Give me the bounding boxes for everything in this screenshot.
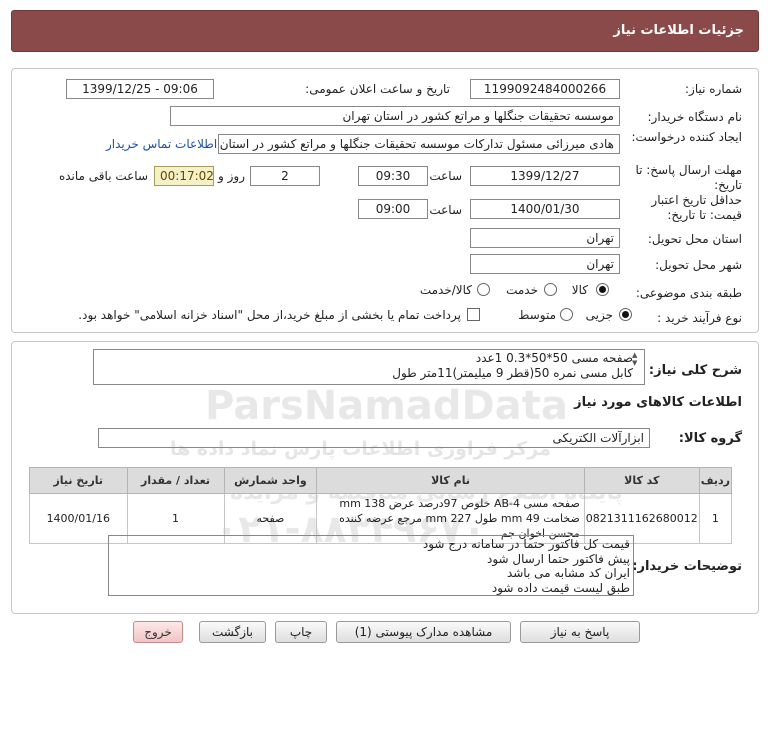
category-option-service: خدمت [506, 283, 538, 297]
description-scroll-arrows[interactable]: ▲ ▼ [632, 351, 637, 367]
need-number-label: شماره نیاز: [685, 82, 742, 96]
goods-group-label: گروه کالا: [678, 431, 742, 446]
validity-date-field: 1400/01/30 [470, 199, 620, 219]
description-label: شرح کلی نیاز: [648, 363, 742, 378]
col-name: نام کالا [316, 467, 585, 494]
contact-info-link[interactable]: اطلاعات تماس خریدار [106, 137, 217, 151]
category-option-goods-service: کالا/خدمت [419, 283, 472, 297]
col-unit: واحد شمارش [223, 467, 318, 494]
reply-button[interactable]: پاسخ به نیاز [520, 621, 640, 643]
category-radio-goods-service[interactable] [477, 283, 490, 296]
col-index: ردیف [698, 467, 733, 494]
description-text: صفحه مسی 50*50*0.3 1عدد کابل مسی نمره 50… [392, 351, 633, 380]
city-label: شهر محل تحویل: [655, 258, 742, 272]
buyer-notes-label: توضیحات خریدار: [632, 559, 742, 574]
validity-time-field: 09:00 [358, 199, 428, 219]
back-button[interactable]: بازگشت [199, 621, 266, 643]
requester-label-text: ایجاد کننده درخواست: [631, 130, 742, 144]
city-field: تهران [470, 254, 620, 274]
validity-time-label: ساعت [429, 203, 462, 217]
remaining-label: ساعت باقی مانده [58, 169, 148, 183]
goods-table-header: ردیف کد کالا نام کالا واحد شمارش تعداد /… [29, 467, 733, 494]
print-button[interactable]: چاپ [275, 621, 327, 643]
requester-label: ایجاد کننده درخواست: [631, 130, 742, 145]
purchase-radio-minor[interactable] [619, 308, 632, 321]
treasury-payment-checkbox[interactable] [467, 308, 480, 321]
buyer-org-label: نام دستگاه خریدار: [647, 110, 743, 124]
reply-time-field: 09:30 [358, 166, 428, 186]
purchase-option-medium: متوسط [518, 308, 556, 322]
buyer-org-field: موسسه تحقیقات جنگلها و مراتع کشور در است… [170, 106, 620, 126]
need-number-field: 1199092484000266 [470, 79, 620, 99]
buyer-notes-text: قیمت کل فاکتور حتما در سامانه درج شود پی… [422, 537, 630, 595]
province-label: استان محل تحویل: [647, 232, 742, 246]
page-title: جزئیات اطلاعات نیاز [11, 10, 759, 52]
validity-label: حداقل تاریخ اعتبار قیمت: تا تاریخ: [651, 193, 742, 222]
treasury-payment-note: پرداخت تمام یا بخشی از مبلغ خرید،از محل … [78, 308, 461, 322]
announce-field: 1399/12/25 - 09:06 [66, 79, 214, 99]
goods-table: ردیف کد کالا نام کالا واحد شمارش تعداد /… [29, 467, 733, 544]
remaining-timer: 00:17:02 [154, 166, 214, 186]
exit-button[interactable]: خروج [133, 621, 183, 643]
category-radio-service[interactable] [544, 283, 557, 296]
goods-section-title: اطلاعات کالاهای مورد نیاز [574, 395, 742, 410]
announce-label: تاریخ و ساعت اعلان عمومی: [305, 82, 450, 96]
reply-time-label: ساعت [429, 169, 462, 183]
reply-date-field: 1399/12/27 [470, 166, 620, 186]
purchase-radio-medium[interactable] [560, 308, 573, 321]
category-label: طبقه بندی موضوعی: [635, 286, 742, 300]
category-option-goods: کالا [571, 283, 588, 297]
goods-group-field: ابزارآلات الکتریکی [98, 428, 650, 448]
days-field: 2 [250, 166, 320, 186]
category-radio-goods[interactable] [596, 283, 609, 296]
days-label: روز و [218, 169, 245, 183]
row-index: 1 [698, 493, 733, 544]
purchase-option-minor: جزیی [585, 308, 613, 322]
reply-deadline-label: مهلت ارسال پاسخ: تا تاریخ: [635, 163, 742, 192]
col-date: تاریخ نیاز [29, 467, 128, 494]
province-field: تهران [470, 228, 620, 248]
col-code: کد کالا [583, 467, 700, 494]
col-qty: تعداد / مقدار [126, 467, 225, 494]
purchase-type-label: نوع فرآیند خرید : [657, 311, 742, 325]
attachments-button[interactable]: مشاهده مدارک پیوستی (1) [336, 621, 511, 643]
requester-field: هادی میرزائی مسئول تدارکات موسسه تحقیقات… [218, 134, 620, 154]
